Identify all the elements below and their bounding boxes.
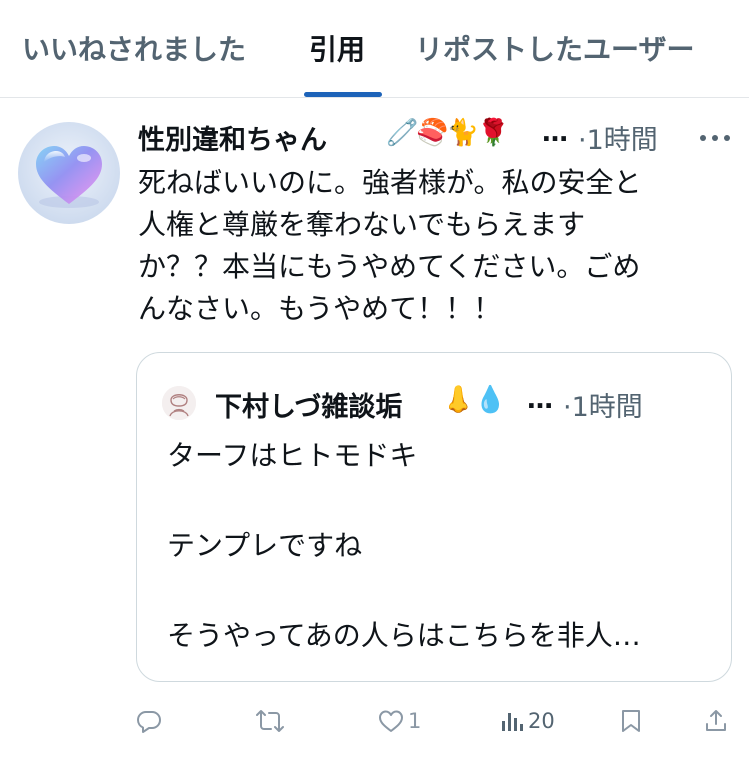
post-timestamp[interactable]: ·1時間 xyxy=(578,118,658,157)
sketch-avatar-icon xyxy=(162,386,196,420)
share-button[interactable] xyxy=(704,706,728,736)
tab-quotes[interactable]: 引用 xyxy=(309,30,365,70)
quoted-post[interactable]: 下村しづ雑談垢 👃💧 … ·1時間 ターフはヒトモドキ テンプレですね そうやっ… xyxy=(136,352,732,682)
bookmark-icon xyxy=(622,710,640,732)
repost-button[interactable] xyxy=(256,706,284,736)
views-count: 20 xyxy=(528,709,555,733)
like-count: 1 xyxy=(408,709,422,733)
views-icon xyxy=(502,713,523,731)
more-icon[interactable] xyxy=(698,128,732,148)
reply-icon xyxy=(137,711,161,733)
like-icon xyxy=(379,710,403,732)
reply-button[interactable] xyxy=(136,706,162,736)
quoted-author-name[interactable]: 下村しづ雑談垢 xyxy=(215,385,402,424)
repost-icon xyxy=(256,710,284,732)
action-bar: 1 20 xyxy=(0,700,749,740)
quoted-author-ellipsis: … xyxy=(527,385,553,415)
avatar[interactable] xyxy=(18,122,120,224)
share-icon xyxy=(706,710,726,731)
author-name-ellipsis: … xyxy=(542,118,568,148)
like-button[interactable]: 1 xyxy=(378,706,421,736)
author-name-emojis: 🧷🍣🐈🌹 xyxy=(386,118,509,148)
tab-reposts[interactable]: リポストしたユーザー xyxy=(415,30,694,70)
post-body: 死ねばいいのに。強者様が。私の安全と 人権と尊厳を奪わないでもらえます か？？本… xyxy=(138,166,642,325)
views-button[interactable]: 20 xyxy=(500,706,555,736)
bookmark-button[interactable] xyxy=(620,706,642,736)
heart-avatar-icon xyxy=(18,122,120,224)
author-name[interactable]: 性別違和ちゃん xyxy=(138,118,327,157)
active-tab-indicator xyxy=(304,92,382,97)
quoted-avatar xyxy=(162,386,196,420)
quoted-author-emojis: 👃💧 xyxy=(442,385,507,415)
quoted-body: ターフはヒトモドキ テンプレですね そうやってあの人らはこちらを非人… xyxy=(167,439,641,652)
tab-bar: いいねされました 引用 リポストしたユーザー xyxy=(0,0,749,98)
quoted-timestamp[interactable]: ·1時間 xyxy=(563,385,643,424)
tab-liked[interactable]: いいねされました xyxy=(22,30,246,70)
post-header: 性別違和ちゃん 🧷🍣🐈🌹 … ·1時間 xyxy=(138,114,738,158)
